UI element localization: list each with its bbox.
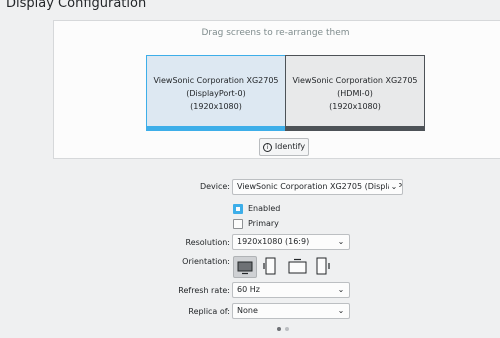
screen-connector: (HDMI-0) (337, 89, 373, 98)
orientation-portrait-right-button[interactable] (313, 256, 337, 278)
page-title: Display Configuration (6, 0, 147, 11)
screen-arrangement-panel: Drag screens to re-arrange them ViewSoni… (53, 20, 500, 159)
info-icon: i (262, 143, 272, 152)
enabled-checkbox[interactable] (233, 204, 243, 214)
refresh-rate-select[interactable]: 60 Hz ⌄ (232, 282, 350, 298)
chevron-down-icon: ⌄ (336, 283, 346, 297)
screen-name: ViewSonic Corporation XG2705 (292, 76, 418, 85)
refresh-rate-value: 60 Hz (237, 285, 260, 294)
chevron-down-icon: ⌄ (336, 235, 346, 249)
replica-of-select[interactable]: None ⌄ (232, 303, 350, 319)
landscape-flipped-icon (288, 258, 307, 274)
orientation-landscape-flipped-button[interactable] (286, 256, 310, 278)
device-value: ViewSonic Corporation XG2705 (DisplayPor (237, 182, 403, 191)
screen-resolution: (1920x1080) (329, 102, 381, 111)
portrait-left-icon (263, 257, 276, 275)
primary-checkbox[interactable] (233, 219, 243, 229)
replica-of-label: Replica of: (188, 307, 230, 316)
screen-hdmi-0[interactable]: ViewSonic Corporation XG2705 (HDMI-0) (1… (285, 55, 425, 131)
page-dot-1[interactable] (277, 327, 281, 331)
identify-button[interactable]: i Identify (259, 138, 309, 156)
screen-connector: (DisplayPort-0) (186, 89, 246, 98)
screen-resolution: (1920x1080) (190, 102, 242, 111)
screen-name: ViewSonic Corporation XG2705 (153, 76, 279, 85)
refresh-rate-label: Refresh rate: (178, 286, 230, 295)
portrait-right-icon (316, 257, 330, 275)
enabled-label: Enabled (248, 204, 281, 213)
resolution-label: Resolution: (185, 238, 231, 247)
orientation-portrait-left-button[interactable] (260, 256, 284, 278)
primary-label: Primary (248, 219, 279, 228)
chevron-down-icon: ⌄ (389, 180, 399, 194)
identify-label: Identify (274, 142, 306, 151)
page-dot-2[interactable] (285, 327, 289, 331)
replica-of-value: None (237, 306, 258, 315)
arrange-hint: Drag screens to re-arrange them (201, 28, 350, 38)
device-select[interactable]: ViewSonic Corporation XG2705 (DisplayPor… (232, 179, 403, 195)
orientation-landscape-button[interactable] (233, 256, 257, 278)
chevron-down-icon: ⌄ (336, 304, 346, 318)
resolution-value: 1920x1080 (16:9) (237, 237, 310, 246)
device-label: Device: (199, 182, 230, 191)
orientation-label: Orientation: (182, 257, 230, 266)
screen-displayport-0[interactable]: ViewSonic Corporation XG2705 (DisplayPor… (146, 55, 286, 131)
resolution-select[interactable]: 1920x1080 (16:9) ⌄ (232, 234, 350, 250)
landscape-icon (237, 261, 253, 275)
